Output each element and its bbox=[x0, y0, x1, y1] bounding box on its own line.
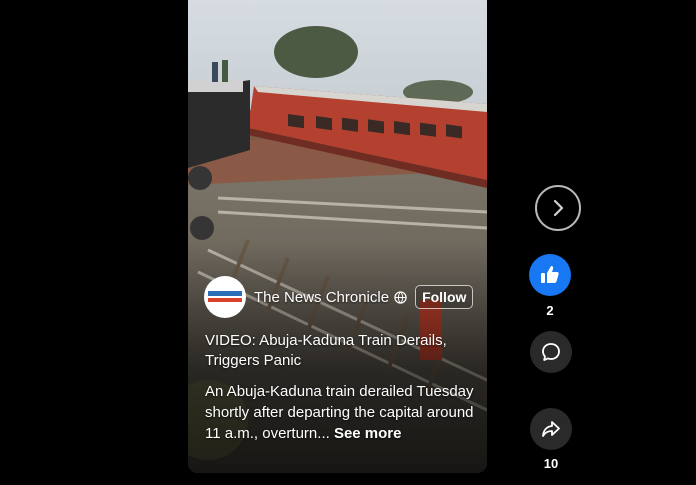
post-title: VIDEO: Abuja-Kaduna Train Derails, Trigg… bbox=[205, 332, 447, 369]
comment-icon bbox=[542, 343, 560, 361]
globe-icon bbox=[394, 290, 407, 304]
share-button[interactable] bbox=[530, 408, 572, 450]
channel-name[interactable]: The News Chronicle bbox=[254, 289, 389, 306]
channel-avatar[interactable] bbox=[204, 276, 246, 318]
share-count: 10 bbox=[543, 456, 559, 471]
chevron-right-icon bbox=[553, 199, 564, 217]
channel-row: The News Chronicle Follow bbox=[204, 276, 474, 318]
share-icon bbox=[542, 421, 560, 437]
post-description: An Abuja-Kaduna train derailed Tuesday s… bbox=[205, 381, 477, 444]
see-more-link[interactable]: See more bbox=[334, 425, 402, 442]
thumbs-up-icon bbox=[541, 266, 559, 283]
next-video-button[interactable] bbox=[535, 185, 581, 231]
like-button[interactable] bbox=[529, 254, 571, 296]
comment-button[interactable] bbox=[530, 331, 572, 373]
follow-button[interactable]: Follow bbox=[415, 285, 474, 309]
channel-logo bbox=[208, 291, 242, 302]
like-count: 2 bbox=[546, 303, 554, 318]
video-player[interactable]: The News Chronicle Follow VIDEO: Abuja-K… bbox=[188, 0, 487, 473]
